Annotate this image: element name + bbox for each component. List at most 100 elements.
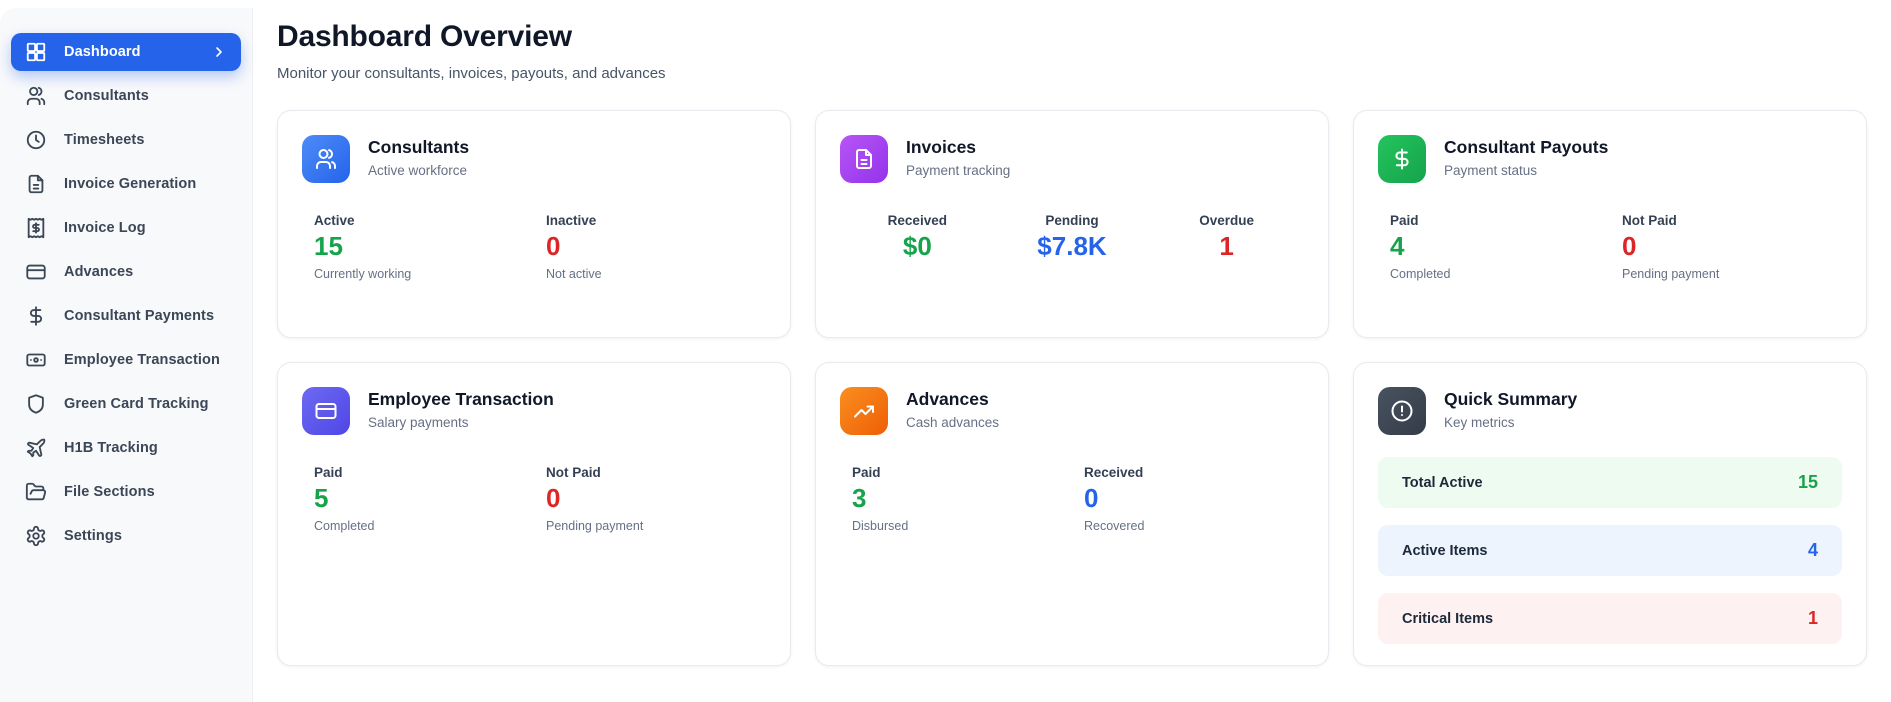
page-title: Dashboard Overview xyxy=(277,20,572,53)
summary-row-label: Total Active xyxy=(1402,474,1483,491)
stat-label: Paid xyxy=(314,465,343,480)
sidebar-item-label: Consultants xyxy=(64,88,149,104)
card-heading-text: Consultants Active workforce xyxy=(368,135,469,178)
stat-sublabel: Disbursed xyxy=(852,519,909,534)
stat-overdue: Overdue 1 xyxy=(1149,213,1304,260)
card-title: Quick Summary xyxy=(1444,389,1578,409)
stat-received: Received $0 xyxy=(840,213,995,260)
card-stats: Paid 5 Completed Not Paid 0 Pending payment xyxy=(302,465,766,533)
summary-row-value: 15 xyxy=(1797,472,1818,492)
stat-label: Inactive xyxy=(546,213,597,228)
stat-value: 0 xyxy=(546,231,561,261)
cards-grid: Consultants Active workforce Active 15 Curre… xyxy=(277,110,1867,666)
app-root: Dashboard Consultants Timesheets Invoice Ge… xyxy=(0,0,1891,702)
users-icon xyxy=(25,85,47,107)
card-subtitle: Payment status xyxy=(1444,163,1538,178)
stat-value: 0 xyxy=(1622,231,1637,261)
stat-paid: Paid 4 Completed xyxy=(1378,213,1610,281)
card-header: Advances Cash advances xyxy=(840,387,1304,435)
stat-value: 5 xyxy=(314,483,329,513)
stat-value: 0 xyxy=(1084,483,1099,513)
stat-value: 3 xyxy=(852,483,867,513)
file-text-icon xyxy=(25,173,47,195)
banknote-icon xyxy=(25,349,47,371)
sidebar-item-settings[interactable]: Settings xyxy=(11,517,241,555)
summary-row-value: 1 xyxy=(1807,608,1818,628)
stat-paid: Paid 3 Disbursed xyxy=(840,465,1072,533)
card-header: Consultants Active workforce xyxy=(302,135,766,183)
alert-circle-icon xyxy=(1378,387,1426,435)
sidebar-item-label: File Sections xyxy=(64,484,155,500)
sidebar-item-label: Invoice Log xyxy=(64,220,146,236)
sidebar-item-consultant-payments[interactable]: Consultant Payments xyxy=(11,297,241,335)
summary-row-active-items: Active Items 4 xyxy=(1378,525,1842,576)
gear-icon xyxy=(25,525,47,547)
card-stats: Paid 3 Disbursed Received 0 Recovered xyxy=(840,465,1304,533)
stat-label: Active xyxy=(314,213,355,228)
stat-label: Not Paid xyxy=(546,465,601,480)
sidebar-item-label: Settings xyxy=(64,528,122,544)
card-title: Consultants xyxy=(368,137,470,157)
shield-icon xyxy=(25,393,47,415)
card-employee-transaction: Employee Transaction Salary payments Paid 5… xyxy=(277,362,791,666)
sidebar-item-green-card-tracking[interactable]: Green Card Tracking xyxy=(11,385,241,423)
summary-row-value: 4 xyxy=(1807,540,1818,560)
stat-inactive: Inactive 0 Not active xyxy=(534,213,766,281)
summary-row-label: Active Items xyxy=(1402,542,1488,559)
stat-sublabel: Not active xyxy=(546,267,602,282)
sidebar-item-h1b-tracking[interactable]: H1B Tracking xyxy=(11,429,241,467)
page-subtitle: Monitor your consultants, invoices, payo… xyxy=(277,65,666,82)
credit-card-icon xyxy=(25,261,47,283)
sidebar-item-label: Employee Transaction xyxy=(64,352,220,368)
sidebar-item-file-sections[interactable]: File Sections xyxy=(11,473,241,511)
sidebar-item-invoice-log[interactable]: Invoice Log xyxy=(11,209,241,247)
stat-sublabel: Pending payment xyxy=(1622,267,1720,282)
dollar-icon xyxy=(1378,135,1426,183)
card-title: Advances xyxy=(906,389,989,409)
card-quick-summary: Quick Summary Key metrics Total Active 15 Ac… xyxy=(1353,362,1867,666)
sidebar-item-dashboard[interactable]: Dashboard xyxy=(11,33,241,71)
summary-row-critical-items: Critical Items 1 xyxy=(1378,593,1842,644)
stat-not-paid: Not Paid 0 Pending payment xyxy=(1610,213,1842,281)
card-invoices: Invoices Payment tracking Received $0 Pendin… xyxy=(815,110,1329,338)
sidebar-item-consultants[interactable]: Consultants xyxy=(11,77,241,115)
stat-active: Active 15 Currently working xyxy=(302,213,534,281)
summary-list: Total Active 15 Active Items 4 Critical Item… xyxy=(1378,457,1842,644)
stat-sublabel: Currently working xyxy=(314,267,412,282)
stat-value: 4 xyxy=(1390,231,1405,261)
stat-label: Received xyxy=(887,213,947,228)
card-title: Invoices xyxy=(906,137,977,157)
stat-value: 0 xyxy=(546,483,561,513)
plane-icon xyxy=(25,437,47,459)
stat-value: $0 xyxy=(902,231,932,261)
card-subtitle: Salary payments xyxy=(368,415,469,430)
card-consultant-payouts: Consultant Payouts Payment status Paid 4 Com… xyxy=(1353,110,1867,338)
card-heading-text: Invoices Payment tracking xyxy=(906,135,1010,178)
sidebar-item-label: Green Card Tracking xyxy=(64,396,209,412)
stat-label: Received xyxy=(1084,465,1144,480)
card-subtitle: Cash advances xyxy=(906,415,1000,430)
main-content: Dashboard Overview Monitor your consulta… xyxy=(253,0,1891,702)
sidebar-item-label: Timesheets xyxy=(64,132,145,148)
users-icon xyxy=(302,135,350,183)
folder-open-icon xyxy=(25,481,47,503)
sidebar-item-timesheets[interactable]: Timesheets xyxy=(11,121,241,159)
stat-paid: Paid 5 Completed xyxy=(302,465,534,533)
card-stats: Paid 4 Completed Not Paid 0 Pending payment xyxy=(1378,213,1842,281)
sidebar-item-label: Consultant Payments xyxy=(64,308,215,324)
clock-icon xyxy=(25,129,47,151)
card-subtitle: Active workforce xyxy=(368,163,468,178)
stat-pending: Pending $7.8K xyxy=(995,213,1150,260)
summary-row-total-active: Total Active 15 xyxy=(1378,457,1842,508)
stat-label: Overdue xyxy=(1199,213,1255,228)
card-header: Consultant Payouts Payment status xyxy=(1378,135,1842,183)
card-header: Employee Transaction Salary payments xyxy=(302,387,766,435)
card-header: Quick Summary Key metrics xyxy=(1378,387,1842,435)
sidebar-item-employee-transaction[interactable]: Employee Transaction xyxy=(11,341,241,379)
dollar-icon xyxy=(25,305,47,327)
stat-value: $7.8K xyxy=(1037,231,1107,261)
stat-label: Pending xyxy=(1045,213,1099,228)
chevron-right-icon xyxy=(211,44,227,60)
sidebar-item-advances[interactable]: Advances xyxy=(11,253,241,291)
sidebar-item-invoice-generation[interactable]: Invoice Generation xyxy=(11,165,241,203)
